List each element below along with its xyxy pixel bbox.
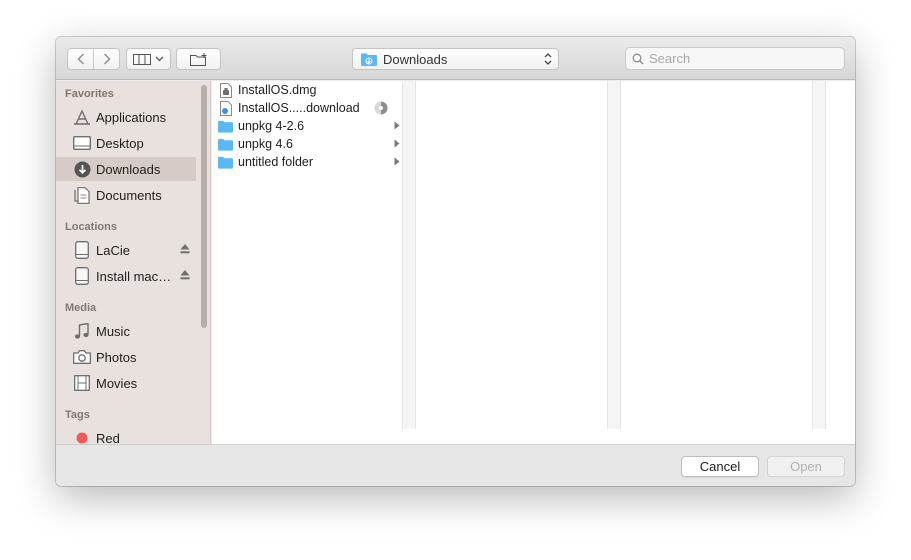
- location-popup[interactable]: Downloads: [352, 48, 559, 70]
- sidebar-item-label: Applications: [96, 109, 167, 125]
- folder-icon: [218, 118, 233, 134]
- eject-icon[interactable]: [180, 269, 190, 280]
- sidebar-item-movies[interactable]: Movies: [56, 371, 196, 395]
- sidebar-header-tags: Tags: [65, 409, 90, 421]
- toolbar: Downloads: [56, 37, 855, 80]
- new-folder-icon: [189, 52, 206, 66]
- sidebar-item-desktop[interactable]: Desktop: [56, 131, 196, 155]
- file-row[interactable]: InstallOS.....download: [212, 99, 402, 117]
- sidebar-item-label: Red: [96, 430, 120, 445]
- camera-icon: [73, 348, 91, 366]
- dialog-footer: Cancel Open: [56, 444, 855, 486]
- folder-icon: [218, 136, 233, 152]
- download-file-icon: [218, 100, 233, 116]
- documents-icon: [73, 186, 91, 204]
- sidebar-item-label: Documents: [96, 187, 162, 203]
- film-icon: [73, 374, 91, 392]
- sidebar-header-favorites: Favorites: [65, 88, 114, 100]
- sidebar-item-label: Movies: [96, 375, 138, 391]
- sidebar-item-applications[interactable]: Applications: [56, 105, 196, 129]
- applications-icon: [73, 108, 91, 126]
- column-browser: InstallOS.dmg InstallOS.....download unp…: [212, 81, 855, 444]
- updown-chevron-icon: [544, 53, 552, 65]
- disclosure-arrow-icon: [394, 139, 400, 148]
- tag-color-dot-icon: [73, 429, 91, 444]
- cancel-button[interactable]: Cancel: [681, 456, 759, 477]
- chevron-left-icon: [77, 53, 84, 65]
- drive-icon: [73, 241, 91, 259]
- sidebar-item-photos[interactable]: Photos: [56, 345, 196, 369]
- open-button[interactable]: Open: [767, 456, 845, 477]
- back-forward-group: [67, 48, 120, 70]
- sidebar-item-downloads[interactable]: Downloads: [56, 157, 196, 181]
- location-label: Downloads: [383, 51, 448, 67]
- sidebar-header-media: Media: [65, 302, 97, 314]
- downloads-icon: [73, 160, 91, 178]
- disclosure-arrow-icon: [394, 121, 400, 130]
- file-row[interactable]: untitled folder: [212, 153, 402, 171]
- search-input[interactable]: [649, 51, 829, 66]
- file-row[interactable]: InstallOS.dmg: [212, 81, 402, 99]
- new-folder-button[interactable]: [176, 48, 221, 70]
- sidebar-item-label: Music: [96, 323, 130, 339]
- file-name: InstallOS.dmg: [238, 83, 317, 97]
- desktop-icon: [73, 134, 91, 152]
- disclosure-arrow-icon: [394, 157, 400, 166]
- forward-button[interactable]: [93, 49, 119, 69]
- music-icon: [73, 322, 91, 340]
- chevron-right-icon: [103, 53, 111, 65]
- column-divider[interactable]: [607, 81, 621, 429]
- search-field[interactable]: [625, 47, 845, 70]
- sidebar: Favorites Applications Desktop Downloads…: [56, 81, 211, 444]
- download-progress-icon: [374, 101, 388, 115]
- view-mode-button[interactable]: [126, 48, 171, 70]
- sidebar-item-label: Desktop: [96, 135, 144, 151]
- sidebar-item-lacie[interactable]: LaCie: [56, 238, 196, 262]
- sidebar-header-locations: Locations: [65, 221, 117, 233]
- sidebar-item-label: LaCie: [96, 242, 130, 258]
- search-icon: [632, 53, 644, 64]
- sidebar-item-label: Downloads: [96, 161, 161, 177]
- sidebar-item-documents[interactable]: Documents: [56, 183, 196, 207]
- sidebar-item-label: Photos: [96, 349, 137, 365]
- sidebar-item-tag-red[interactable]: Red: [56, 426, 196, 444]
- file-name: untitled folder: [238, 155, 314, 169]
- open-file-dialog: Downloads Favorites Applications Desktop: [56, 37, 855, 486]
- sidebar-item-install-mac[interactable]: Install mac…: [56, 264, 196, 288]
- downloads-folder-icon: [361, 53, 377, 66]
- file-row[interactable]: unpkg 4.6: [212, 135, 402, 153]
- chevron-down-icon: [155, 56, 164, 62]
- column-divider[interactable]: [402, 81, 416, 429]
- sidebar-item-label: Install mac…: [96, 268, 172, 284]
- columns-view-icon: [133, 53, 151, 65]
- back-button[interactable]: [68, 49, 93, 69]
- drive-icon: [73, 267, 91, 285]
- disk-image-icon: [218, 82, 233, 98]
- folder-icon: [218, 154, 233, 170]
- eject-icon[interactable]: [180, 243, 190, 254]
- sidebar-scrollbar[interactable]: [201, 85, 207, 328]
- file-row[interactable]: unpkg 4-2.6: [212, 117, 402, 135]
- sidebar-item-music[interactable]: Music: [56, 319, 196, 343]
- file-name: unpkg 4.6: [238, 137, 293, 151]
- file-name: InstallOS.....download: [238, 101, 360, 115]
- file-name: unpkg 4-2.6: [238, 119, 305, 133]
- column-divider[interactable]: [812, 81, 826, 429]
